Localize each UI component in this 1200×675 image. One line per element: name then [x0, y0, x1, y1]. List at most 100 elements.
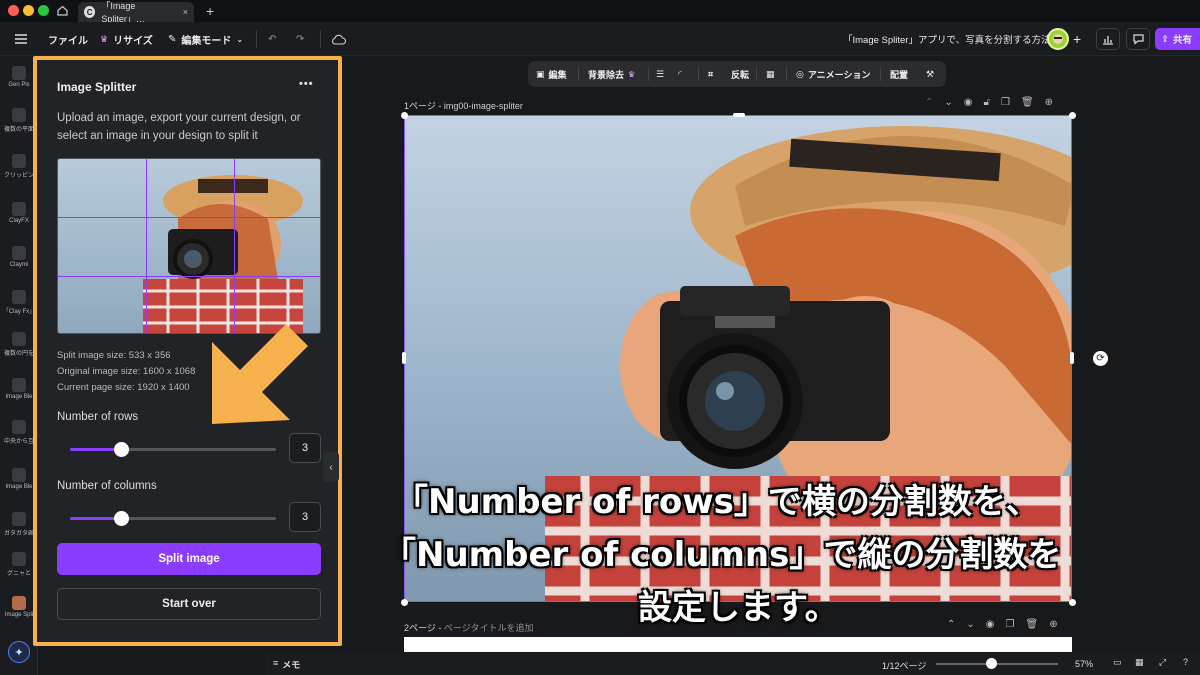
resize-handle[interactable]	[402, 352, 406, 364]
page-1-actions: ⌃ ⌄ ◉ 🔓︎ ❐ 🗑︎ ⊕	[925, 97, 1075, 111]
trash-icon[interactable]: 🗑︎	[1021, 97, 1034, 111]
zoom-slider-knob[interactable]	[985, 658, 997, 669]
border-style-icon[interactable]: ☰	[656, 61, 664, 87]
crop-icon[interactable]: ⌗	[708, 61, 713, 87]
rows-label: Number of rows	[57, 411, 139, 423]
add-page-icon[interactable]: ⊕	[1049, 619, 1057, 633]
comment-icon[interactable]	[1126, 28, 1150, 50]
bg-remove-button[interactable]: 背景除去 ♛	[588, 61, 635, 87]
page-grid-icon[interactable]: ▭	[1113, 657, 1122, 668]
start-over-button[interactable]: Start over	[57, 588, 321, 620]
collapse-panel-button[interactable]: ‹	[323, 452, 339, 482]
animation-button[interactable]: ◎ アニメーション	[796, 61, 871, 87]
undo-icon[interactable]: ↶	[268, 22, 276, 56]
panel-description: Upload an image, export your current des…	[57, 112, 301, 142]
divider	[256, 30, 257, 48]
chevron-down-icon: ⌄	[236, 34, 244, 44]
zoom-slider[interactable]	[936, 658, 1058, 669]
close-window-button[interactable]	[8, 5, 19, 16]
redo-icon[interactable]: ↷	[296, 22, 304, 56]
resize-handle[interactable]	[401, 599, 408, 606]
page-2-number: 2ページ -	[404, 623, 444, 633]
resize-handle[interactable]	[1069, 599, 1076, 606]
panel-title: Image Splitter	[57, 80, 137, 94]
duplicate-icon[interactable]: ❐	[1006, 619, 1015, 633]
rail-thumbnail	[12, 552, 26, 566]
image-edit-icon: ▣	[536, 68, 545, 79]
columns-label: Number of columns	[57, 480, 157, 492]
notes-button[interactable]: ≡ メモ	[273, 658, 300, 671]
split-preview-image	[57, 158, 321, 334]
eye-icon[interactable]: ◉	[964, 97, 973, 111]
lock-icon[interactable]: 🔓︎	[984, 97, 990, 111]
rows-slider[interactable]	[70, 442, 276, 457]
zoom-slider-track	[936, 663, 1058, 665]
transparency-icon[interactable]: ▦	[766, 61, 775, 87]
chevron-up-icon[interactable]: ⌃	[925, 97, 933, 111]
magic-sparkle-icon[interactable]: ✦	[8, 641, 30, 663]
trash-icon[interactable]: 🗑︎	[1025, 619, 1038, 633]
split-size-text: Split image size: 533 x 356	[57, 350, 171, 361]
eye-icon[interactable]: ◉	[986, 619, 995, 633]
resize-handle[interactable]	[401, 112, 408, 119]
add-page-icon[interactable]: ⊕	[1045, 97, 1053, 111]
document-title[interactable]: 「Image Spliter」アプリで、写真を分割する方法	[843, 22, 1051, 56]
rows-slider-knob[interactable]	[114, 442, 129, 457]
home-icon[interactable]	[56, 4, 69, 17]
more-options-icon[interactable]: •••	[299, 78, 314, 90]
rows-number-input[interactable]: 3	[289, 433, 321, 463]
menu-icon[interactable]	[14, 22, 28, 56]
tab-close-icon[interactable]: ×	[183, 7, 188, 17]
arrange-button[interactable]: 配置	[890, 61, 908, 87]
divider	[578, 67, 579, 81]
corner-rounding-icon[interactable]: ◜	[678, 61, 682, 87]
page-count[interactable]: 1/12ページ	[882, 659, 926, 672]
grid-view-icon[interactable]: ▦	[1135, 657, 1144, 668]
resize-label: リサイズ	[113, 35, 153, 47]
edit-mode-label: 編集モード	[181, 35, 232, 47]
rail-thumbnail	[12, 202, 26, 216]
avatar[interactable]	[1047, 28, 1069, 50]
rail-thumbnail	[12, 596, 26, 610]
page-2-label[interactable]: 2ページ - ページタイトルを追加	[404, 621, 533, 634]
columns-slider-knob[interactable]	[114, 511, 129, 526]
chevron-up-icon[interactable]: ⌃	[947, 619, 955, 633]
new-tab-button[interactable]: +	[206, 3, 214, 19]
duplicate-icon[interactable]: ❐	[1001, 97, 1010, 111]
browser-tab[interactable]: C 「Image Spliter」… ×	[78, 1, 194, 24]
split-image-button[interactable]: Split image	[57, 543, 321, 575]
caption-line-3: 設定します。	[638, 588, 839, 628]
page-2-title-placeholder[interactable]: ページタイトルを追加	[444, 623, 534, 633]
copy-style-icon[interactable]: ⚒	[926, 61, 934, 87]
page-2-canvas[interactable]	[404, 637, 1072, 652]
caption-line-2: 「Number of columns」で縦の分割数を	[382, 535, 1062, 575]
rail-thumbnail	[12, 468, 26, 482]
divider	[320, 30, 321, 48]
file-menu[interactable]: ファイル	[48, 22, 88, 56]
zoom-window-button[interactable]	[38, 5, 49, 16]
page-2-actions: ⌃ ⌄ ◉ ❐ 🗑︎ ⊕	[947, 619, 1077, 633]
resize-handle[interactable]	[1070, 352, 1074, 364]
chevron-down-icon[interactable]: ⌄	[944, 97, 952, 111]
rotate-icon[interactable]: ⟳	[1093, 351, 1108, 366]
page-1-label[interactable]: 1ページ - img00-image-spliter	[404, 99, 523, 112]
resize-handle[interactable]	[1069, 112, 1076, 119]
insights-icon[interactable]	[1096, 28, 1120, 50]
flip-button[interactable]: 反転	[731, 61, 749, 87]
minimize-window-button[interactable]	[23, 5, 34, 16]
resize-menu[interactable]: ♛ リサイズ	[100, 22, 153, 56]
chevron-down-icon[interactable]: ⌄	[966, 619, 974, 633]
columns-slider[interactable]	[70, 511, 276, 526]
fullscreen-icon[interactable]: ⤢	[1159, 657, 1166, 668]
rail-thumbnail	[12, 512, 26, 526]
edit-mode-menu[interactable]: ✎ 編集モード ⌄	[168, 22, 243, 56]
share-button[interactable]: ⇪ 共有	[1155, 28, 1200, 50]
resize-handle[interactable]	[733, 113, 745, 117]
columns-number-input[interactable]: 3	[289, 502, 321, 532]
add-collaborator-icon[interactable]: +	[1073, 22, 1081, 56]
help-icon[interactable]: ?	[1183, 657, 1188, 667]
rail-item-label: ガタガタ画	[3, 531, 34, 537]
zoom-level[interactable]: 57%	[1075, 659, 1093, 669]
cloud-save-icon[interactable]	[331, 22, 346, 56]
edit-image-button[interactable]: ▣ 編集	[536, 61, 567, 87]
